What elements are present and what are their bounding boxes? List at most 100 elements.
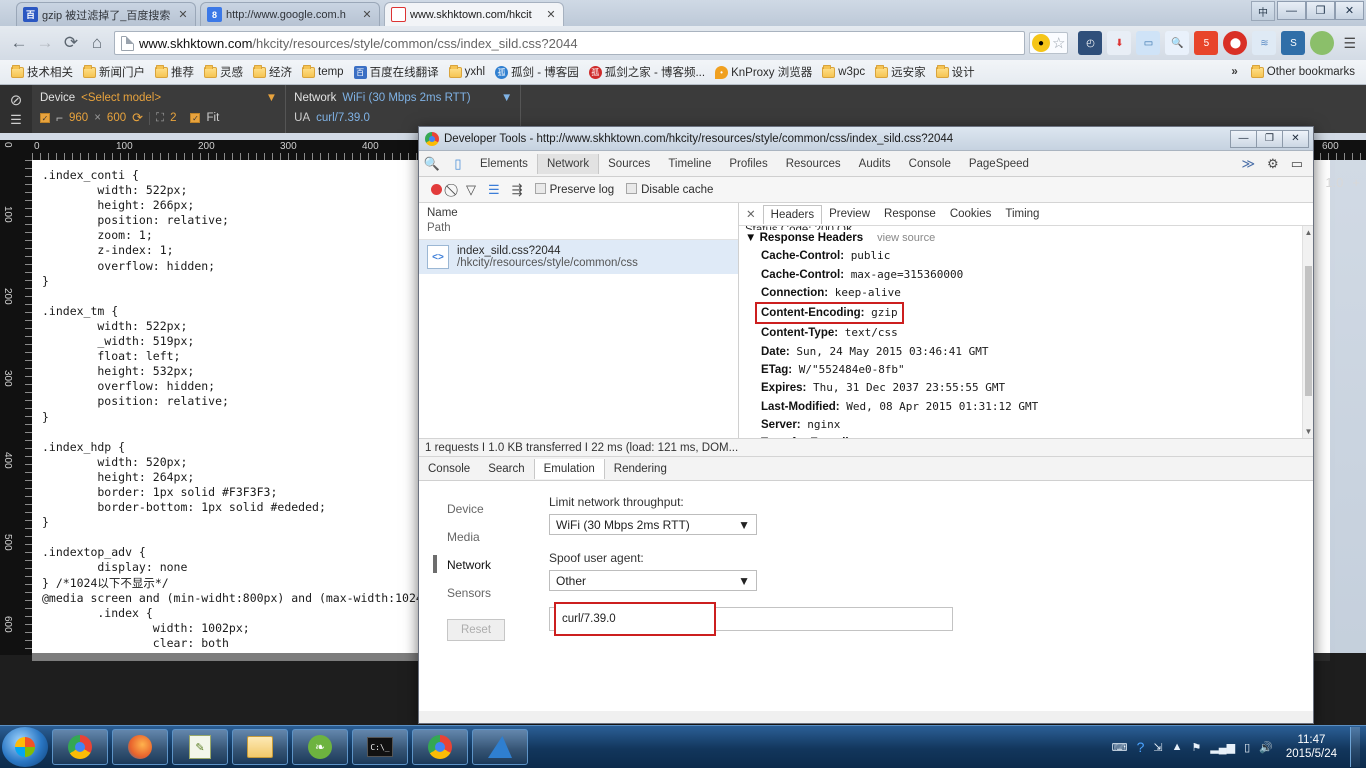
tab-resources[interactable]: Resources — [777, 154, 850, 174]
scroll-down-icon[interactable]: ▼ — [1304, 427, 1313, 436]
dock-console-icon[interactable]: ≫ — [1241, 156, 1255, 172]
taskbar-clock[interactable]: 11:47 2015/5/24 — [1282, 733, 1341, 761]
disable-cache-checkbox[interactable]: Disable cache — [626, 183, 713, 196]
drawer-tab-emulation[interactable]: Emulation — [533, 458, 605, 479]
useragent-custom-input[interactable]: curl/7.39.0 — [549, 602, 953, 636]
useragent-select[interactable]: Other ▼ — [549, 570, 757, 591]
reset-button[interactable]: Reset — [447, 619, 505, 641]
view-source-link[interactable]: view source — [877, 232, 935, 244]
preserve-log-checkbox[interactable]: Preserve log — [534, 183, 614, 196]
tab-close-icon[interactable]: ✕ — [361, 8, 373, 21]
home-icon[interactable]: ⌂ — [84, 30, 110, 56]
headers-scrollbar[interactable]: ▲ ▼ — [1302, 226, 1313, 438]
bookmark-item[interactable]: 远安家 — [870, 62, 931, 82]
disable-emulation-icon[interactable]: ⊘ — [10, 91, 23, 109]
browser-tab-2[interactable]: 8 http://www.google.com.h ✕ — [200, 2, 380, 26]
start-button[interactable] — [2, 727, 48, 767]
list-view-button[interactable]: ☰ — [488, 182, 500, 198]
address-bar[interactable]: www.skhktown.com/hkcity/resources/style/… — [114, 31, 1025, 55]
tab-sources[interactable]: Sources — [599, 154, 659, 174]
tab-timing[interactable]: Timing — [998, 205, 1046, 223]
back-icon[interactable]: ← — [6, 30, 32, 56]
download-icon[interactable]: ⬇ — [1107, 31, 1132, 55]
tab-response[interactable]: Response — [877, 205, 943, 223]
gear-icon[interactable]: ⚙ — [1267, 156, 1279, 172]
taskbar-item-firefox[interactable] — [112, 729, 168, 765]
profile-avatar-icon[interactable]: ● — [1031, 34, 1050, 52]
help-icon[interactable]: ? — [1137, 739, 1145, 755]
search-magnifier-icon[interactable]: 🔍 — [1165, 31, 1190, 55]
taskbar-item-spring[interactable]: ❧ — [292, 729, 348, 765]
tab-close-icon[interactable]: ✕ — [545, 8, 557, 21]
tab-pagespeed[interactable]: PageSpeed — [960, 154, 1038, 174]
forward-icon[interactable]: → — [32, 30, 58, 56]
bookmark-item[interactable]: 新闻门户 — [78, 62, 150, 82]
adblock-icon[interactable]: ⬤ — [1223, 31, 1248, 55]
devtools-maximize-button[interactable]: ❐ — [1256, 129, 1283, 148]
seo-icon[interactable]: S — [1281, 31, 1306, 55]
device-model-select[interactable]: <Select model> ▼ — [81, 92, 277, 104]
emulation-nav-device[interactable]: Device — [447, 495, 549, 523]
bookmark-item[interactable]: • KnProxy 浏览器 — [710, 62, 817, 82]
html5-icon[interactable]: 5 — [1194, 31, 1219, 55]
response-headers-section-title[interactable]: ▼ Response Headers view source — [745, 230, 1313, 247]
emulation-settings-icon[interactable]: ☰ — [10, 112, 22, 128]
viewport-height-input[interactable]: 600 — [107, 112, 126, 124]
dock-position-icon[interactable]: ▭ — [1291, 156, 1303, 172]
ua-value[interactable]: curl/7.39.0 — [316, 112, 370, 124]
tab-audits[interactable]: Audits — [850, 154, 900, 174]
flag-icon[interactable]: ⚑ — [1191, 741, 1201, 754]
green-dot-icon[interactable] — [1310, 31, 1335, 55]
search-icon[interactable]: 🔍 — [419, 156, 445, 172]
tab-console[interactable]: Console — [900, 154, 960, 174]
show-desktop-button[interactable] — [1350, 727, 1360, 767]
drawer-tab-console[interactable]: Console — [419, 459, 479, 479]
bookmark-star-icon[interactable]: ☆ — [1052, 34, 1065, 52]
close-details-icon[interactable]: ✕ — [739, 207, 763, 221]
taskbar-item-notepadpp[interactable]: ✎ — [172, 729, 228, 765]
bookmark-item[interactable]: 设计 — [931, 62, 980, 82]
maximize-button[interactable]: ❐ — [1306, 1, 1335, 20]
network-throttle-select[interactable]: WiFi (30 Mbps 2ms RTT) ▼ — [342, 92, 512, 104]
zoom-in-icon[interactable]: + — [1352, 175, 1360, 190]
emulation-nav-sensors[interactable]: Sensors — [447, 579, 549, 607]
viewport-width-input[interactable]: 960 — [69, 112, 88, 124]
browser-tab-1[interactable]: 百 gzip 被过滤掉了_百度搜索 ✕ — [16, 2, 196, 26]
tab-profiles[interactable]: Profiles — [720, 154, 776, 174]
bookmark-item[interactable]: 孤孤剑之家 - 博客频... — [584, 62, 710, 82]
show-hidden-icon[interactable]: ▲ — [1172, 741, 1183, 753]
battery-icon[interactable]: ▯ — [1244, 741, 1250, 754]
tab-preview[interactable]: Preview — [822, 205, 877, 223]
filter-button[interactable]: ▽ — [466, 182, 476, 198]
volume-icon[interactable]: 🔊 — [1259, 741, 1273, 754]
record-button[interactable] — [431, 184, 442, 195]
device-pixel-ratio-input[interactable]: 2 — [170, 112, 176, 124]
bookmark-item[interactable]: temp — [297, 64, 349, 80]
bookmark-item[interactable]: 经济 — [248, 62, 297, 82]
other-bookmarks-item[interactable]: Other bookmarks — [1246, 64, 1360, 80]
signal-icon[interactable]: ▂▄▆ — [1210, 741, 1235, 754]
taskbar-item-explorer[interactable] — [232, 729, 288, 765]
taskbar-item-wireshark[interactable] — [472, 729, 528, 765]
viewport-zoom-control[interactable]: 1.0 + — [1325, 175, 1360, 190]
column-header-name[interactable]: Name — [427, 206, 730, 221]
tab-elements[interactable]: Elements — [471, 154, 537, 174]
drawer-tab-rendering[interactable]: Rendering — [605, 459, 676, 479]
device-toggle-icon[interactable]: ▯ — [445, 156, 471, 172]
bookmark-item[interactable]: 灵感 — [199, 62, 248, 82]
tab-timeline[interactable]: Timeline — [659, 154, 720, 174]
speedtest-icon[interactable]: ◴ — [1078, 31, 1103, 55]
tab-cookies[interactable]: Cookies — [943, 205, 999, 223]
minimize-button[interactable]: — — [1277, 1, 1306, 20]
tab-headers[interactable]: Headers — [762, 204, 823, 224]
taskbar-item-chrome2[interactable] — [412, 729, 468, 765]
chrome-menu-icon[interactable]: ☰ — [1339, 35, 1360, 52]
wifi-signal-icon[interactable]: ≋ — [1252, 31, 1277, 55]
emulation-nav-media[interactable]: Media — [447, 523, 549, 551]
reload-icon[interactable]: ⟳ — [58, 30, 84, 56]
column-header-path[interactable]: Path — [427, 221, 730, 236]
fit-checkbox[interactable]: ✓ — [190, 113, 201, 123]
devtools-close-button[interactable]: ✕ — [1282, 129, 1309, 148]
device-metrics-checkbox[interactable]: ✓ — [40, 113, 50, 123]
taskbar-item-cmd[interactable]: C:\_ — [352, 729, 408, 765]
